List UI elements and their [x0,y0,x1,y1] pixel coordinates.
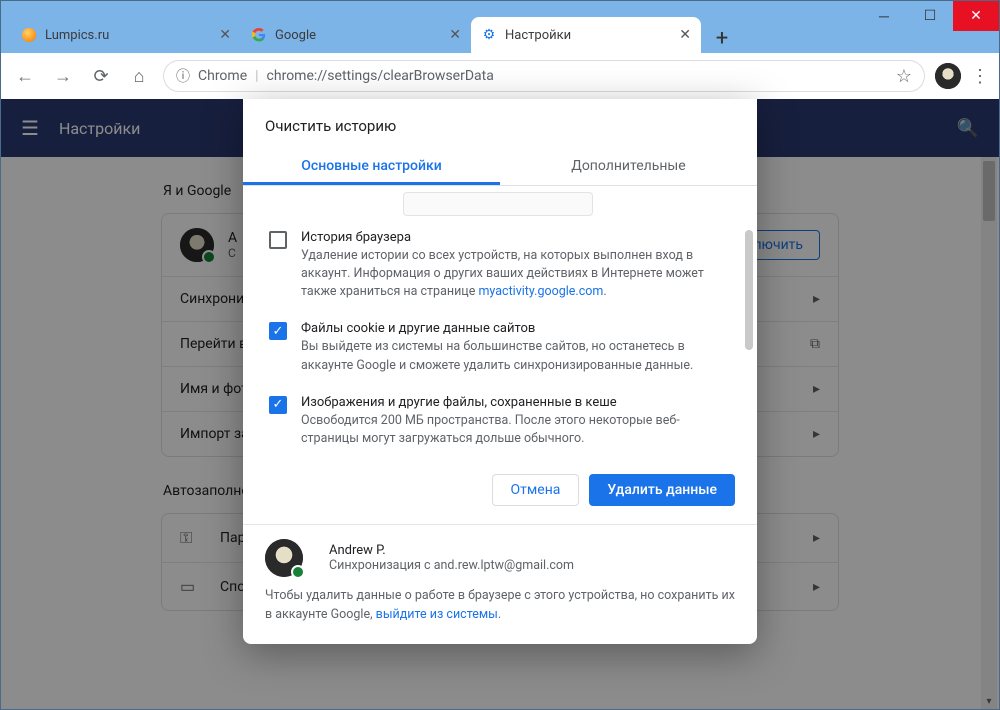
tab-label: Google [275,28,316,43]
time-range-dropdown[interactable] [403,192,593,216]
tab-close-icon[interactable]: ✕ [219,27,231,43]
cancel-button[interactable]: Отмена [492,474,580,506]
settings-page: ☰ Настройки 🔍 Я и Google A С Включить Си… [1,99,999,709]
favicon-lumpics [21,27,37,43]
checkbox-cache[interactable]: ✓ [269,396,287,414]
forward-button[interactable]: → [49,66,77,87]
favicon-google [251,27,267,43]
avatar [265,539,303,577]
dialog-tabs: Основные настройки Дополнительные [243,147,757,185]
tab-strip: Lumpics.ru ✕ Google ✕ ⚙ Настройки ✕ + [1,1,999,53]
close-window-button[interactable]: ✕ [953,1,999,31]
dialog-user-row: Andrew P. Синхронизация с and.rew.lptw@g… [265,539,735,587]
clear-data-dialog: Очистить историю Основные настройки Допо… [243,99,757,644]
option-cache[interactable]: ✓ Изображения и другие файлы, сохраненны… [267,385,733,458]
back-button[interactable]: ← [11,66,39,87]
tab-settings[interactable]: ⚙ Настройки ✕ [471,17,701,53]
toolbar: ← → ⟳ ⌂ ⓘ Chrome | chrome://settings/cle… [1,53,999,99]
address-bar[interactable]: ⓘ Chrome | chrome://settings/clearBrowse… [163,60,925,92]
signout-note: Чтобы удалить данные о работе в браузере… [265,587,735,625]
option-title: Изображения и другие файлы, сохраненные … [301,395,731,410]
dialog-footer: Andrew P. Синхронизация с and.rew.lptw@g… [243,524,757,645]
checkbox-history[interactable] [269,231,287,249]
browser-window: ─ ☐ ✕ Lumpics.ru ✕ Google ✕ ⚙ Настройки … [0,0,1000,710]
dialog-title: Очистить историю [243,99,757,147]
home-button[interactable]: ⌂ [125,66,153,87]
site-label: Chrome [198,68,247,84]
gear-icon: ⚙ [481,27,497,43]
tab-label: Настройки [505,28,571,43]
dialog-actions: Отмена Удалить данные [243,458,757,524]
bookmark-star-icon[interactable]: ☆ [896,66,912,87]
tab-lumpics[interactable]: Lumpics.ru ✕ [11,17,241,53]
tab-advanced[interactable]: Дополнительные [500,147,757,185]
sync-badge-icon [291,565,305,579]
window-controls: ─ ☐ ✕ [861,1,999,31]
reload-button[interactable]: ⟳ [87,66,115,87]
profile-avatar[interactable] [935,63,961,89]
tab-basic[interactable]: Основные настройки [243,147,500,185]
user-name: Andrew P. [329,543,574,558]
option-title: История браузера [301,230,731,245]
option-desc: Удаление истории со всех устройств, на к… [301,247,731,301]
url-text: chrome://settings/clearBrowserData [267,68,494,84]
separator: | [255,68,258,84]
tab-google[interactable]: Google ✕ [241,17,471,53]
checkbox-cookies[interactable]: ✓ [269,322,287,340]
maximize-button[interactable]: ☐ [907,1,953,31]
option-desc: Освободится 200 МБ пространства. После э… [301,412,731,448]
kebab-menu-icon[interactable]: ⋮ [971,66,989,87]
tab-close-icon[interactable]: ✕ [679,27,691,43]
new-tab-button[interactable]: + [707,23,737,53]
clear-data-button[interactable]: Удалить данные [589,474,735,506]
option-title: Файлы cookie и другие данные сайтов [301,321,731,336]
user-sync-line: Синхронизация с and.rew.lptw@gmail.com [329,558,574,573]
dialog-scrollbar[interactable] [745,230,753,450]
option-cookies[interactable]: ✓ Файлы cookie и другие данные сайтов Вы… [267,311,733,384]
tab-close-icon[interactable]: ✕ [449,27,461,43]
option-desc: Вы выйдете из системы на большинстве сай… [301,338,731,374]
signout-link[interactable]: выйдите из системы [376,607,498,622]
info-icon: ⓘ [176,66,190,86]
dialog-body: История браузера Удаление истории со все… [243,186,757,458]
minimize-button[interactable]: ─ [861,1,907,31]
scrollbar-thumb[interactable] [745,230,753,350]
myactivity-link[interactable]: myactivity.google.com [478,284,603,299]
option-history[interactable]: История браузера Удаление истории со все… [267,220,733,311]
tab-label: Lumpics.ru [45,28,109,43]
